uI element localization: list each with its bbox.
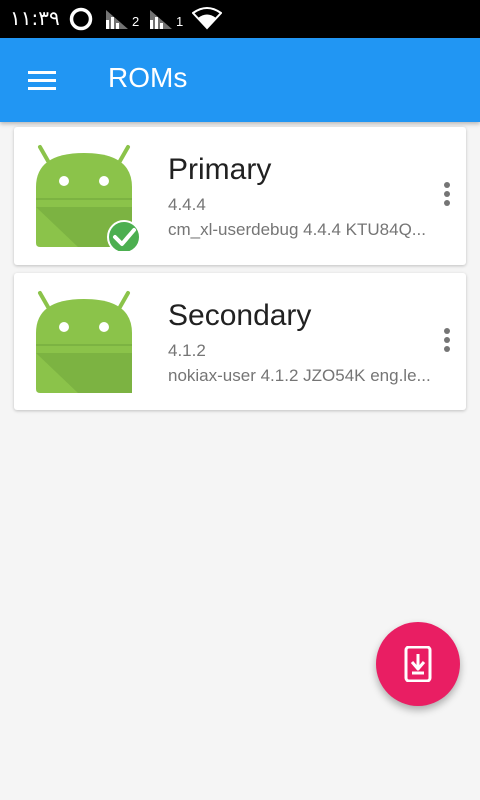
wifi-icon bbox=[191, 6, 223, 35]
app-title: ROMs bbox=[108, 62, 188, 93]
menu-button[interactable] bbox=[24, 66, 60, 94]
more-vert-icon bbox=[444, 182, 450, 206]
android-icon bbox=[34, 289, 146, 397]
overflow-menu-button[interactable] bbox=[434, 325, 460, 359]
signal-icon bbox=[148, 8, 174, 35]
rom-card-secondary[interactable]: Secondary 4.1.2 nokiax-user 4.1.2 JZO54K… bbox=[14, 273, 466, 410]
status-time: ۱۱:۳۹ bbox=[10, 6, 60, 30]
rom-build: nokiax-user 4.1.2 JZO54K eng.le... bbox=[168, 366, 431, 385]
rom-build: cm_xl-userdebug 4.4.4 KTU84Q... bbox=[168, 220, 426, 239]
menu-icon bbox=[28, 71, 56, 90]
install-to-device-icon bbox=[404, 646, 432, 682]
status-bar: ۱۱:۳۹ 2 1 bbox=[0, 0, 480, 38]
sim2-label: 1 bbox=[176, 14, 184, 29]
rom-card-primary[interactable]: Primary 4.4.4 cm_xl-userdebug 4.4.4 KTU8… bbox=[14, 127, 466, 265]
signal-icon bbox=[104, 8, 130, 35]
rom-version: 4.4.4 bbox=[168, 195, 206, 214]
android-icon bbox=[34, 143, 146, 254]
install-rom-fab[interactable] bbox=[376, 622, 460, 706]
sync-icon bbox=[68, 6, 94, 37]
rom-version: 4.1.2 bbox=[168, 341, 206, 360]
app-bar: ROMs bbox=[0, 38, 480, 122]
more-vert-icon bbox=[444, 328, 450, 352]
active-check-icon bbox=[107, 220, 141, 254]
rom-name: Primary bbox=[168, 153, 272, 186]
overflow-menu-button[interactable] bbox=[434, 179, 460, 213]
rom-name: Secondary bbox=[168, 299, 312, 332]
sim1-label: 2 bbox=[132, 14, 140, 29]
